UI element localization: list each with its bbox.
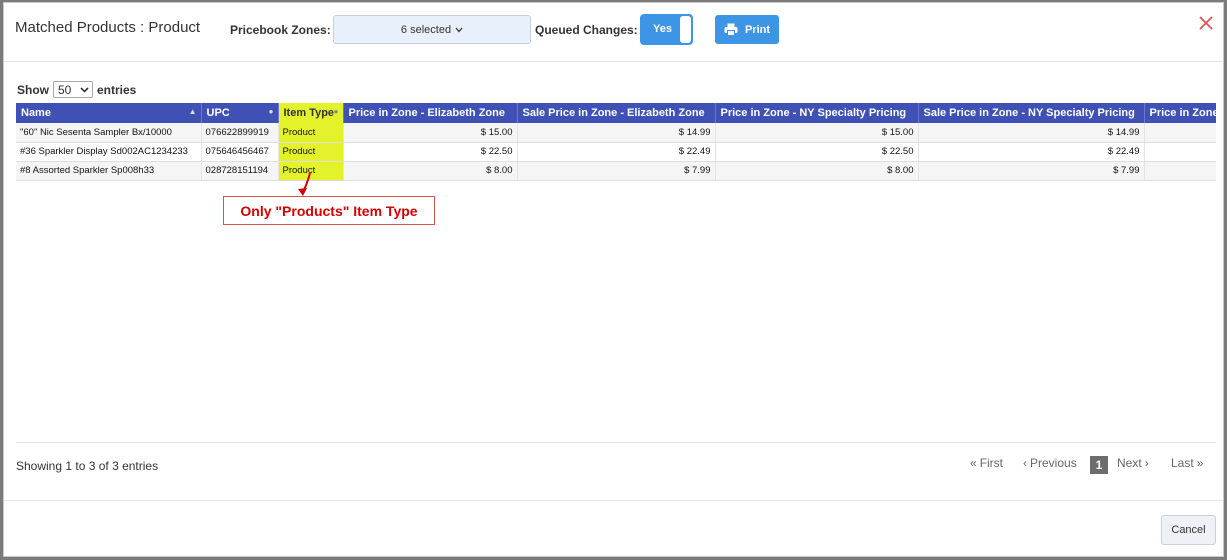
modal-title: Matched Products : Product	[15, 19, 201, 36]
print-button[interactable]: Print	[715, 15, 779, 44]
entries-label: entries	[97, 82, 137, 97]
cell-item-type: Product	[278, 123, 344, 143]
pricebook-zones-label: Pricebook Zones:	[230, 23, 331, 37]
matched-products-modal: Matched Products : Product Pricebook Zon…	[3, 2, 1224, 557]
chevron-down-icon	[455, 27, 463, 32]
last-page-label: Last	[1171, 456, 1194, 470]
column-header-upc[interactable]: UPC ●	[201, 103, 279, 123]
pricebook-zones-select[interactable]: 6 selected	[333, 15, 531, 44]
chevron-left-icon: ‹	[1023, 456, 1027, 470]
entries-length-value: 50	[58, 82, 72, 97]
entries-length-select[interactable]: 50	[53, 81, 93, 98]
chevron-right-icon: ›	[1144, 456, 1149, 470]
cell-upc: 076622899919	[201, 123, 279, 143]
printer-icon	[724, 23, 738, 36]
entries-length-control: Show 50 entries	[17, 81, 136, 98]
cell-empty	[1144, 123, 1216, 143]
first-page-button[interactable]: « First	[970, 456, 1003, 470]
sort-icon: ●	[268, 107, 274, 116]
table-row[interactable]: #8 Assorted Sparkler Sp008h33 0287281511…	[16, 161, 1216, 181]
cell-name: #36 Sparkler Display Sd002AC1234233	[16, 142, 202, 162]
toggle-label: Yes	[653, 23, 672, 35]
table-header-row: Name ▲ UPC ● Item Type ● Price in Zone - El…	[16, 103, 1216, 123]
cell-sale-price: $ 14.99	[517, 123, 716, 143]
previous-page-button[interactable]: ‹ Previous	[1023, 456, 1077, 470]
annotation-arrow-icon	[298, 172, 311, 196]
column-header-price-elizabeth[interactable]: Price in Zone - Elizabeth Zone	[343, 103, 518, 123]
print-label: Print	[744, 23, 771, 36]
modal-header: Matched Products : Product Pricebook Zon…	[4, 3, 1223, 62]
first-page-label: First	[979, 456, 1004, 470]
sort-asc-icon: ▲	[188, 107, 197, 116]
column-header-sale-price-ny[interactable]: Sale Price in Zone - NY Specialty Pricin…	[918, 103, 1145, 123]
cell-name: #8 Assorted Sparkler Sp008h33	[16, 161, 202, 181]
close-icon[interactable]	[1197, 14, 1215, 32]
double-chevron-left-icon: «	[970, 456, 977, 470]
toggle-knob	[680, 16, 691, 43]
next-page-button[interactable]: Next ›	[1117, 456, 1149, 470]
table-row[interactable]: #36 Sparkler Display Sd002AC1234233 0756…	[16, 142, 1216, 162]
cell-sale-price: $ 14.99	[918, 123, 1145, 143]
column-header-name[interactable]: Name ▲	[16, 103, 202, 123]
current-page-button[interactable]: 1	[1090, 456, 1108, 474]
annotation-callout: Only "Products" Item Type	[223, 196, 435, 225]
previous-page-label: Previous	[1030, 456, 1077, 470]
show-label: Show	[17, 82, 49, 97]
table-footer-divider	[16, 442, 1216, 443]
cell-upc: 028728151194	[201, 161, 279, 181]
cell-price: $ 15.00	[715, 123, 919, 143]
column-header-price-zone[interactable]: Price in Zone	[1144, 103, 1216, 123]
cell-price: $ 15.00	[343, 123, 518, 143]
column-header-sale-price-elizabeth[interactable]: Sale Price in Zone - Elizabeth Zone	[517, 103, 716, 123]
chevron-down-icon	[80, 86, 89, 93]
last-page-button[interactable]: Last »	[1171, 456, 1203, 470]
column-header-item-type[interactable]: Item Type ●	[278, 103, 344, 123]
cell-price: $ 8.00	[715, 161, 919, 181]
sort-icon: ●	[333, 107, 339, 116]
table-info: Showing 1 to 3 of 3 entries	[16, 459, 159, 473]
cell-empty	[1144, 161, 1216, 181]
double-chevron-right-icon: »	[1196, 456, 1204, 470]
queued-changes-label: Queued Changes:	[535, 23, 638, 37]
cell-price: $ 8.00	[343, 161, 518, 181]
cell-price: $ 22.50	[715, 142, 919, 162]
cancel-button[interactable]: Cancel	[1161, 515, 1216, 545]
modal-footer-divider	[4, 500, 1223, 501]
cell-sale-price: $ 7.99	[517, 161, 716, 181]
queued-changes-toggle[interactable]: Yes	[640, 14, 693, 45]
products-table: Name ▲ UPC ● Item Type ● Price in Zone - El…	[16, 103, 1216, 181]
cell-empty	[1144, 142, 1216, 162]
cell-sale-price: $ 22.49	[517, 142, 716, 162]
cell-sale-price: $ 22.49	[918, 142, 1145, 162]
products-table-wrapper: Name ▲ UPC ● Item Type ● Price in Zone - El…	[16, 103, 1216, 183]
cell-sale-price: $ 7.99	[918, 161, 1145, 181]
cell-item-type: Product	[278, 142, 344, 162]
next-page-label: Next	[1117, 456, 1142, 470]
column-header-price-ny[interactable]: Price in Zone - NY Specialty Pricing	[715, 103, 919, 123]
cell-price: $ 22.50	[343, 142, 518, 162]
zones-selected-value: 6 selected	[400, 23, 452, 36]
table-row[interactable]: "60" Nic Sesenta Sampler Bx/10000 076622…	[16, 123, 1216, 143]
cell-name: "60" Nic Sesenta Sampler Bx/10000	[16, 123, 202, 143]
cell-upc: 075646456467	[201, 142, 279, 162]
